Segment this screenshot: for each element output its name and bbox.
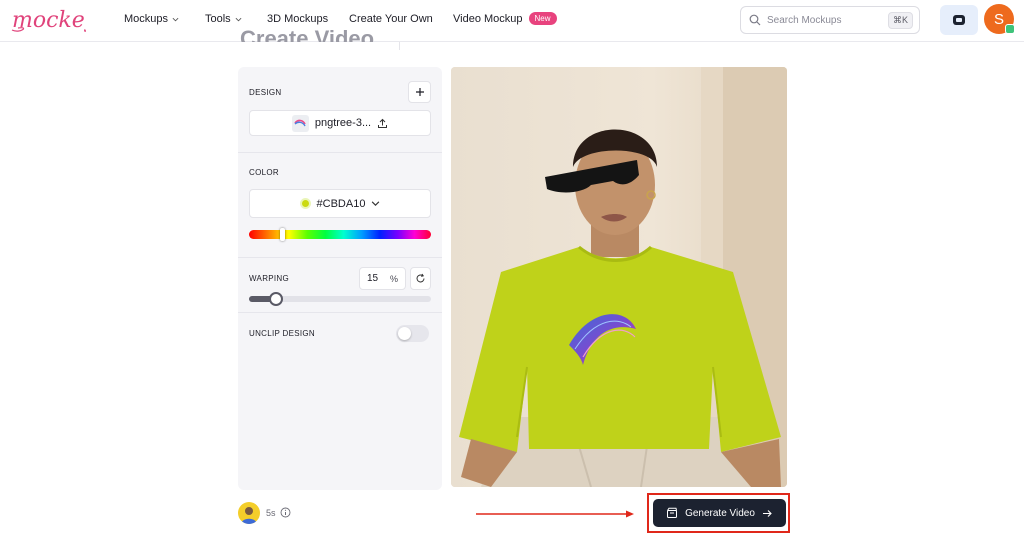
unclip-design-label: UNCLIP DESIGN — [249, 329, 315, 338]
user-avatar[interactable]: S — [984, 4, 1015, 34]
generate-video-button[interactable]: Generate Video — [653, 499, 786, 527]
reset-warping-button[interactable] — [410, 267, 431, 290]
video-library-icon — [953, 15, 965, 25]
search-placeholder: Search Mockups — [767, 14, 842, 26]
warping-value-input[interactable]: 15 % — [359, 267, 406, 290]
nav-tools-label: Tools — [205, 13, 231, 25]
hue-slider[interactable] — [249, 228, 431, 241]
color-section-label: COLOR — [249, 168, 279, 177]
design-section-label: DESIGN — [249, 88, 282, 97]
chevron-down-icon — [372, 201, 380, 206]
warping-slider[interactable] — [249, 292, 431, 306]
toggle-knob — [398, 327, 411, 340]
mockup-preview-image — [451, 67, 787, 487]
nav-tools[interactable]: Tools — [205, 13, 242, 25]
duration-value: 5s — [266, 507, 276, 518]
plus-icon — [415, 88, 424, 96]
chevron-down-icon — [172, 17, 179, 21]
video-library-button[interactable] — [940, 5, 978, 35]
add-design-button[interactable] — [408, 81, 431, 103]
refresh-icon — [416, 273, 425, 283]
online-status-icon — [1005, 24, 1015, 34]
video-duration: 5s — [266, 507, 291, 518]
page-title: Create Video — [240, 20, 400, 42]
nav-mockups[interactable]: Mockups — [124, 13, 179, 25]
generate-video-label: Generate Video — [685, 507, 755, 519]
mockey-logo[interactable]: mockey — [10, 4, 98, 38]
warping-slider-handle[interactable] — [269, 292, 284, 306]
warping-value: 15 — [367, 273, 379, 284]
info-icon[interactable] — [280, 507, 291, 518]
design-thumbnail — [291, 114, 309, 132]
nav-video-mockup[interactable]: Video Mockup New — [453, 12, 557, 25]
page-title-text: Create Video — [240, 26, 375, 42]
clapperboard-icon — [667, 507, 678, 518]
nav-mockups-label: Mockups — [124, 13, 169, 25]
color-swatch — [299, 198, 311, 209]
unclip-design-toggle[interactable] — [396, 325, 429, 342]
design-panel: DESIGN pngtree-3... COLOR #CBDA10 WARPIN… — [238, 67, 442, 490]
design-file-name: pngtree-3... — [314, 117, 372, 129]
avatar-initial: S — [993, 10, 1004, 28]
divider — [238, 257, 442, 258]
color-hex-value: #CBDA10 — [316, 197, 366, 210]
nav-video-mockup-label: Video Mockup — [453, 12, 523, 25]
upload-icon[interactable] — [377, 118, 388, 129]
design-file-selector[interactable]: pngtree-3... — [249, 110, 431, 136]
color-picker-dropdown[interactable]: #CBDA10 — [249, 189, 431, 218]
annotation-arrow-icon — [476, 510, 634, 518]
divider — [399, 42, 400, 50]
divider — [238, 312, 442, 313]
warping-section-label: WARPING — [249, 274, 290, 283]
new-badge: New — [528, 12, 557, 25]
warping-unit: % — [389, 273, 398, 284]
arrow-right-icon — [762, 509, 772, 517]
divider — [238, 152, 442, 153]
search-input[interactable]: Search Mockups ⌘K — [740, 6, 920, 34]
hue-slider-handle[interactable] — [279, 228, 285, 241]
search-icon — [749, 14, 761, 26]
top-nav: mockey Mockups Tools 3D Mockups Create Y… — [0, 0, 1024, 42]
search-shortcut: ⌘K — [887, 11, 913, 29]
creator-avatar — [238, 502, 260, 524]
